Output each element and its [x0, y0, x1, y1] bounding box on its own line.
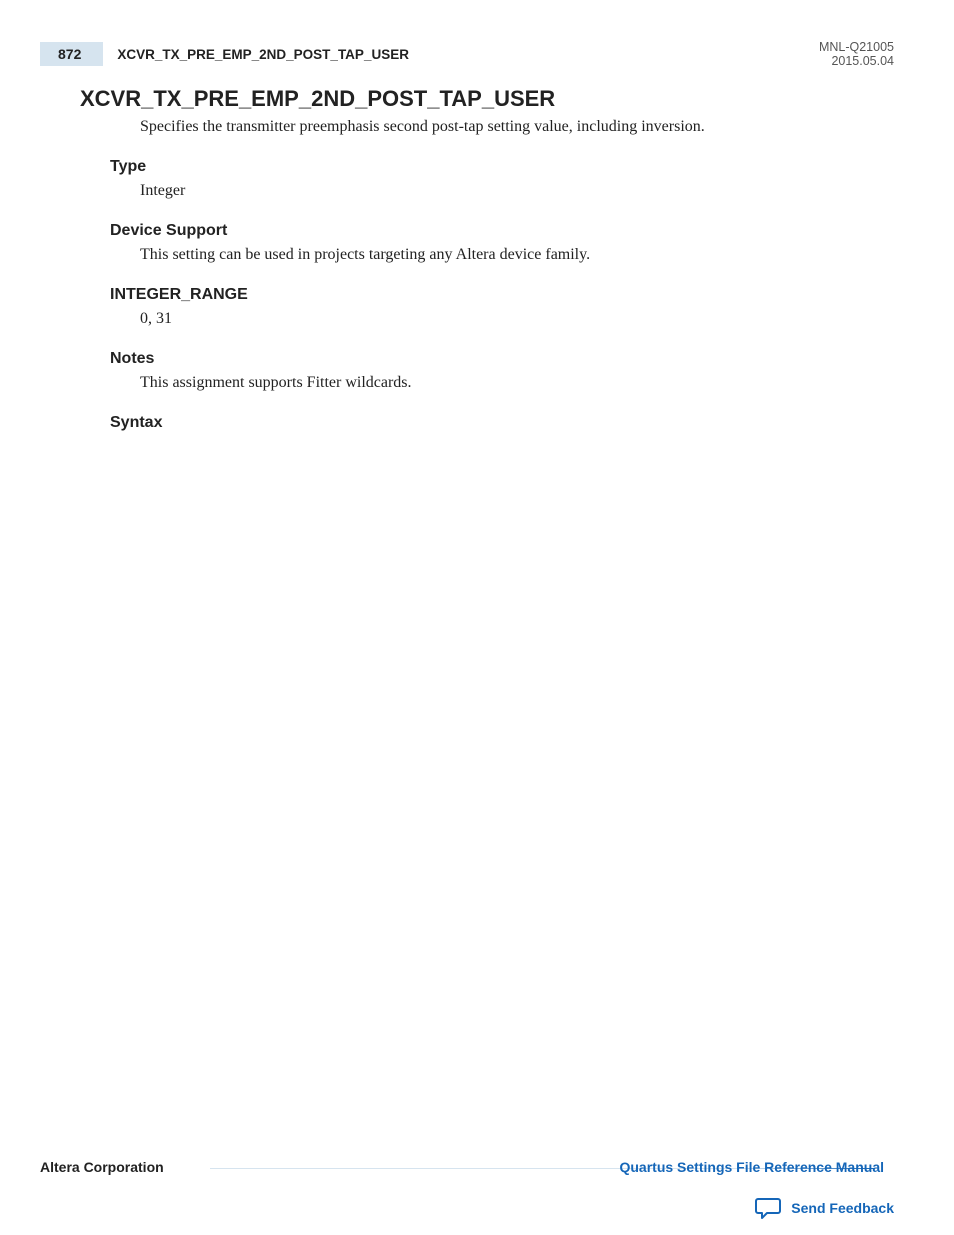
speech-bubble-icon	[755, 1197, 781, 1219]
page-footer: Altera Corporation Quartus Settings File…	[40, 1159, 894, 1177]
section-heading-syntax: Syntax	[110, 414, 876, 432]
doc-id: MNL-Q21005	[819, 40, 894, 54]
page-number: 872	[40, 42, 103, 66]
running-title: XCVR_TX_PRE_EMP_2ND_POST_TAP_USER	[107, 43, 419, 66]
section-body-notes: This assignment supports Fitter wildcard…	[140, 374, 876, 392]
page-content: XCVR_TX_PRE_EMP_2ND_POST_TAP_USER Specif…	[80, 86, 876, 438]
doc-date: 2015.05.04	[819, 54, 894, 68]
section-heading-integer-range: INTEGER_RANGE	[110, 286, 876, 304]
section-body-type: Integer	[140, 182, 876, 200]
section-heading-notes: Notes	[110, 350, 876, 368]
send-feedback-label: Send Feedback	[791, 1200, 894, 1216]
section-body-integer-range: 0, 31	[140, 310, 876, 328]
section-heading-type: Type	[110, 158, 876, 176]
page-title: XCVR_TX_PRE_EMP_2ND_POST_TAP_USER	[80, 86, 876, 112]
section-body-device-support: This setting can be used in projects tar…	[140, 246, 876, 264]
doc-id-block: MNL-Q21005 2015.05.04	[819, 40, 894, 68]
manual-link[interactable]: Quartus Settings File Reference Manual	[619, 1159, 884, 1175]
send-feedback-link[interactable]: Send Feedback	[755, 1197, 894, 1219]
section-heading-device-support: Device Support	[110, 222, 876, 240]
intro-paragraph: Specifies the transmitter preemphasis se…	[140, 118, 876, 136]
footer-corporation: Altera Corporation	[40, 1159, 164, 1175]
